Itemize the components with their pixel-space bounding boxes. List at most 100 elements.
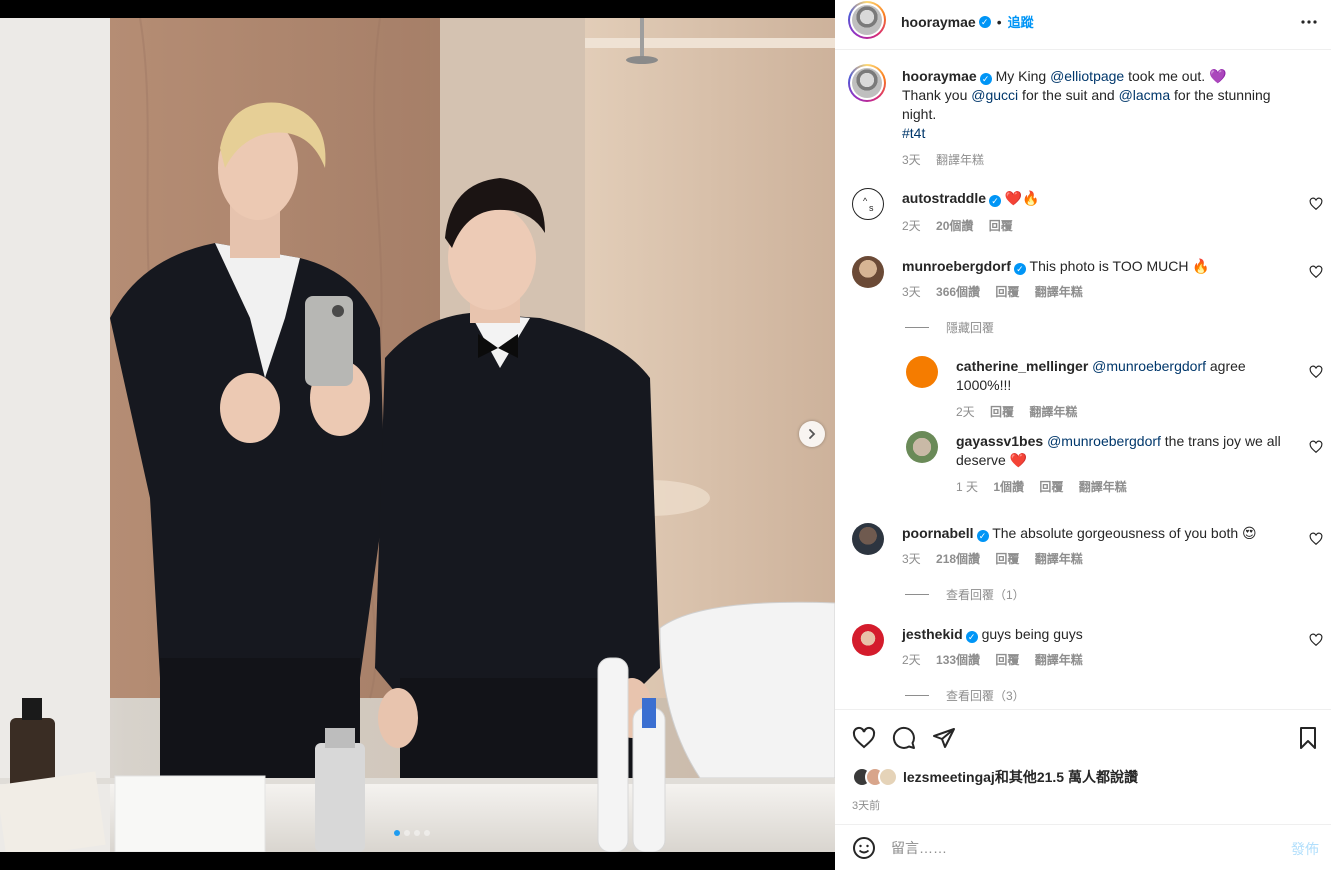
comment-meta: 3天 366個讚 回覆 翻譯年糕 (902, 283, 1095, 300)
commenter-username[interactable]: jesthekid (902, 626, 963, 642)
comment-time[interactable]: 2天 (902, 653, 921, 667)
next-image-button[interactable] (799, 421, 825, 447)
verified-badge-icon: ✓ (989, 195, 1002, 207)
likes-summary: lezsmeetingaj和其他21.5 萬人都說讚 (852, 767, 1138, 787)
verified-badge-icon: ✓ (1013, 263, 1026, 275)
like-heart-icon[interactable] (1309, 440, 1323, 454)
replier-avatar[interactable] (906, 431, 938, 463)
like-heart-icon[interactable] (1309, 633, 1323, 647)
post-timestamp[interactable]: 3天前 (852, 797, 880, 813)
caption-username[interactable]: hooraymae (902, 68, 977, 84)
comment-time[interactable]: 3天 (902, 285, 921, 299)
comment-text: munroebergdorf ✓ This photo is TOO MUCH 🔥 (902, 257, 1282, 276)
reply-button[interactable]: 回覆 (1039, 480, 1063, 494)
comment-input[interactable] (891, 837, 1271, 859)
reply-meta: 2天 回覆 翻譯年糕 (956, 403, 1089, 420)
mention-link[interactable]: @munroebergdorf (1047, 433, 1161, 449)
comment-time[interactable]: 3天 (902, 552, 921, 566)
reply-button[interactable]: 回覆 (989, 219, 1013, 233)
comment-body: guys being guys (981, 626, 1083, 642)
caption-text: hooraymae ✓ My King @elliotpage took me o… (902, 67, 1302, 143)
post-sidebar: hooraymae ✓ • 追蹤 hooraymae ✓ My King @ell… (835, 0, 1331, 870)
likes-text: lezsmeetingaj和其他21.5 萬人都說讚 (903, 767, 1138, 787)
commenter-username[interactable]: poornabell (902, 525, 974, 541)
mention-link[interactable]: @elliotpage (1050, 68, 1124, 84)
replier-username[interactable]: gayassv1bes (956, 433, 1043, 449)
post-actions: lezsmeetingaj和其他21.5 萬人都說讚 3天前 (835, 709, 1331, 824)
toggle-label: 隱藏回覆 (946, 321, 995, 335)
hide-replies-toggle[interactable]: 隱藏回覆 (905, 319, 994, 336)
like-heart-icon[interactable] (1309, 265, 1323, 279)
comment-likes[interactable]: 133個讚 (936, 653, 980, 667)
verified-badge-icon: ✓ (965, 631, 978, 643)
reply-button[interactable]: 回覆 (995, 552, 1019, 566)
carousel-dot (404, 830, 410, 836)
reply-meta: 1 天 1個讚 回覆 翻譯年糕 (956, 478, 1139, 495)
commenter-avatar[interactable]: ^ s (852, 188, 884, 220)
carousel-dot (414, 830, 420, 836)
like-heart-icon[interactable] (1309, 365, 1323, 379)
reply-text: catherine_mellinger @munroebergdorf agre… (956, 357, 1286, 395)
caption-part: for the suit and (1018, 87, 1119, 103)
comment-body: This photo is TOO MUCH 🔥 (1029, 258, 1210, 274)
translate-button[interactable]: 翻譯年糕 (936, 153, 984, 167)
view-replies-toggle[interactable]: 查看回覆（3） (905, 687, 1025, 704)
reply-time[interactable]: 2天 (956, 405, 975, 419)
translate-button[interactable]: 翻譯年糕 (1079, 480, 1127, 494)
mention-link[interactable]: @lacma (1119, 87, 1171, 103)
mirror-selfie-illustration (0, 18, 835, 852)
commenter-avatar[interactable] (852, 624, 884, 656)
translate-button[interactable]: 翻譯年糕 (1035, 653, 1083, 667)
likes-count[interactable]: 和其他21.5 萬人都說讚 (995, 769, 1138, 785)
emoji-icon[interactable] (852, 836, 876, 860)
comment-composer: 發佈 (835, 824, 1331, 870)
comment-likes[interactable]: 20個讚 (936, 219, 973, 233)
post-header: hooraymae ✓ • 追蹤 (835, 0, 1331, 50)
comment-likes[interactable]: 218個讚 (936, 552, 980, 566)
like-heart-icon[interactable] (852, 726, 876, 750)
follow-button[interactable]: 追蹤 (1008, 12, 1034, 31)
caption-avatar[interactable] (848, 64, 886, 102)
translate-button[interactable]: 翻譯年糕 (1035, 285, 1083, 299)
view-replies-toggle[interactable]: 查看回覆（1） (905, 586, 1025, 603)
comments-scroll-area[interactable]: hooraymae ✓ My King @elliotpage took me o… (835, 51, 1331, 709)
replier-avatar[interactable] (906, 356, 938, 388)
liker-avatar[interactable] (878, 767, 898, 787)
save-bookmark-icon[interactable] (1296, 726, 1320, 750)
author-avatar[interactable] (848, 1, 886, 39)
hashtag-link[interactable]: #t4t (902, 125, 925, 141)
more-options-button[interactable] (1297, 10, 1321, 34)
replier-username[interactable]: catherine_mellinger (956, 358, 1088, 374)
reply-button[interactable]: 回覆 (990, 405, 1014, 419)
comment-meta: 2天 20個讚 回覆 (902, 217, 1025, 234)
carousel-dot (424, 830, 430, 836)
like-heart-icon[interactable] (1309, 197, 1323, 211)
translate-button[interactable]: 翻譯年糕 (1035, 552, 1083, 566)
comment-icon[interactable] (892, 726, 916, 750)
caption-time[interactable]: 3天 (902, 153, 921, 167)
reply-button[interactable]: 回覆 (995, 653, 1019, 667)
comment-likes[interactable]: 366個讚 (936, 285, 980, 299)
comment-meta: 2天 133個讚 回覆 翻譯年糕 (902, 651, 1095, 668)
reply-likes[interactable]: 1個讚 (993, 480, 1024, 494)
media-top-bar (0, 0, 835, 18)
caption-part: Thank you (902, 87, 972, 103)
share-icon[interactable] (932, 726, 956, 750)
mention-link[interactable]: @gucci (971, 87, 1018, 103)
more-horizontal-icon (1301, 20, 1317, 24)
like-heart-icon[interactable] (1309, 532, 1323, 546)
commenter-username[interactable]: munroebergdorf (902, 258, 1011, 274)
translate-button[interactable]: 翻譯年糕 (1029, 405, 1077, 419)
commenter-avatar[interactable] (852, 256, 884, 288)
comment-time[interactable]: 2天 (902, 219, 921, 233)
reply-time[interactable]: 1 天 (956, 480, 978, 494)
mention-link[interactable]: @munroebergdorf (1092, 358, 1206, 374)
comment-text: poornabell ✓ The absolute gorgeousness of… (902, 524, 1282, 543)
commenter-avatar[interactable] (852, 523, 884, 555)
post-comment-button[interactable]: 發佈 (1291, 839, 1319, 859)
author-username[interactable]: hooraymae (901, 14, 976, 30)
reply-button[interactable]: 回覆 (995, 285, 1019, 299)
commenter-username[interactable]: autostraddle (902, 190, 986, 206)
liker-username[interactable]: lezsmeetingaj (903, 769, 995, 785)
comment-meta: 3天 218個讚 回覆 翻譯年糕 (902, 550, 1095, 567)
